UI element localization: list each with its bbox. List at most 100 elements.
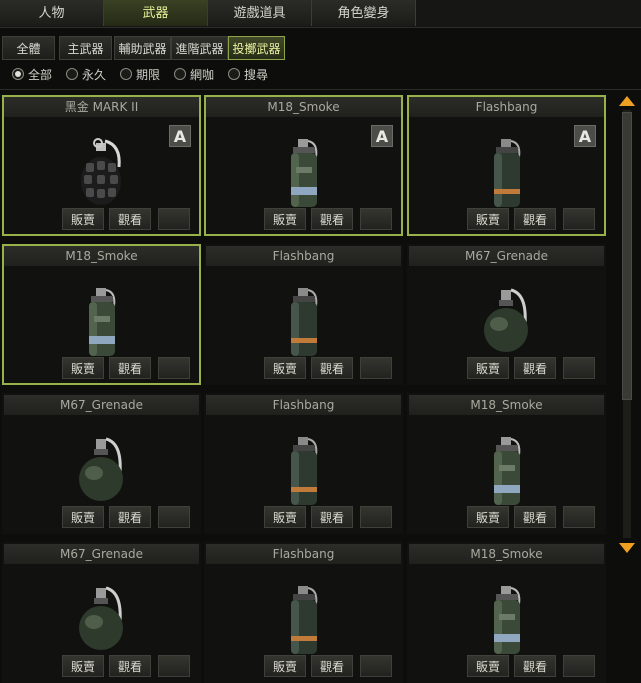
subtab-all[interactable]: 全體 — [2, 36, 55, 60]
sell-button[interactable]: 販賣 — [264, 208, 306, 230]
item-name: M67_Grenade — [409, 246, 604, 266]
scroll-thumb[interactable] — [622, 112, 632, 400]
item-action-row: 販賣 觀看 — [264, 506, 392, 528]
filter-permanent-radio[interactable]: 永久 — [66, 67, 106, 83]
view-button[interactable]: 觀看 — [514, 357, 556, 379]
flashbang-icon — [489, 137, 525, 215]
filter-radio-group: 全部 永久 期限 網咖 搜尋 — [0, 63, 641, 85]
sell-button[interactable]: 販賣 — [467, 655, 509, 677]
filter-label: 全部 — [28, 68, 53, 82]
item-name: Flashbang — [206, 395, 401, 415]
item-action-row: 販賣 觀看 — [467, 506, 595, 528]
view-button[interactable]: 觀看 — [109, 357, 151, 379]
filter-netcafe-radio[interactable]: 網咖 — [174, 67, 214, 83]
frag-grenade-icon — [72, 137, 132, 213]
empty-action-slot — [360, 357, 392, 379]
item-name: Flashbang — [206, 544, 401, 564]
subtab-throwing[interactable]: 投擲武器 — [228, 36, 285, 60]
flashbang-icon — [286, 286, 322, 364]
sell-button[interactable]: 販賣 — [467, 506, 509, 528]
sell-button[interactable]: 販賣 — [264, 655, 306, 677]
empty-action-slot — [158, 655, 190, 677]
grade-badge: A — [169, 125, 191, 147]
subtab-advanced[interactable]: 進階武器 — [171, 36, 228, 60]
view-button[interactable]: 觀看 — [514, 208, 556, 230]
empty-action-slot — [563, 357, 595, 379]
empty-action-slot — [563, 506, 595, 528]
item-card[interactable]: 黑金 MARK II A 販賣 觀看 — [2, 95, 201, 236]
subtab-primary[interactable]: 主武器 — [59, 36, 112, 60]
view-button[interactable]: 觀看 — [514, 506, 556, 528]
empty-action-slot — [158, 357, 190, 379]
item-card[interactable]: M18_Smoke A 販賣 觀看 — [204, 95, 403, 236]
m67-grenade-icon — [72, 435, 132, 509]
sell-button[interactable]: 販賣 — [62, 208, 104, 230]
m67-grenade-icon — [477, 286, 537, 360]
flashbang-icon — [286, 584, 322, 662]
smoke-grenade-icon — [489, 584, 525, 662]
sell-button[interactable]: 販賣 — [62, 655, 104, 677]
item-name: Flashbang — [409, 97, 604, 117]
radio-dot-icon — [174, 68, 186, 80]
scroll-down-arrow-icon[interactable] — [619, 543, 635, 553]
item-card[interactable]: M18_Smoke 販賣 觀看 — [407, 542, 606, 683]
tab-game-items[interactable]: 遊戲道具 — [208, 0, 312, 26]
tab-transform[interactable]: 角色變身 — [312, 0, 416, 26]
empty-action-slot — [158, 506, 190, 528]
item-name: M18_Smoke — [4, 246, 199, 266]
sell-button[interactable]: 販賣 — [264, 357, 306, 379]
item-card[interactable]: M67_Grenade 販賣 觀看 — [2, 393, 201, 534]
item-card[interactable]: M18_Smoke 販賣 觀看 — [2, 244, 201, 385]
item-card[interactable]: M67_Grenade 販賣 觀看 — [407, 244, 606, 385]
view-button[interactable]: 觀看 — [311, 357, 353, 379]
item-card[interactable]: Flashbang A 販賣 觀看 — [407, 95, 606, 236]
view-button[interactable]: 觀看 — [514, 655, 556, 677]
radio-dot-icon — [120, 68, 132, 80]
filter-search-radio[interactable]: 搜尋 — [228, 67, 268, 83]
item-name: M67_Grenade — [4, 544, 199, 564]
tab-character[interactable]: 人物 — [0, 0, 104, 26]
subtab-secondary[interactable]: 輔助武器 — [114, 36, 171, 60]
sell-button[interactable]: 販賣 — [467, 208, 509, 230]
inventory-scrollbar[interactable] — [618, 96, 636, 556]
item-card[interactable]: Flashbang 販賣 觀看 — [204, 244, 403, 385]
sell-button[interactable]: 販賣 — [62, 506, 104, 528]
item-card[interactable]: Flashbang 販賣 觀看 — [204, 393, 403, 534]
category-tab-bar: 人物 武器 遊戲道具 角色變身 — [0, 0, 641, 28]
item-action-row: 販賣 觀看 — [264, 655, 392, 677]
filter-label: 搜尋 — [244, 68, 269, 82]
item-action-row: 販賣 觀看 — [467, 357, 595, 379]
empty-action-slot — [360, 506, 392, 528]
item-action-row: 販賣 觀看 — [467, 208, 595, 230]
view-button[interactable]: 觀看 — [109, 655, 151, 677]
item-action-row: 販賣 觀看 — [467, 655, 595, 677]
view-button[interactable]: 觀看 — [109, 506, 151, 528]
radio-dot-icon — [66, 68, 78, 80]
sell-button[interactable]: 販賣 — [62, 357, 104, 379]
item-card[interactable]: M67_Grenade 販賣 觀看 — [2, 542, 201, 683]
smoke-grenade-icon — [286, 137, 322, 215]
grade-badge: A — [371, 125, 393, 147]
sell-button[interactable]: 販賣 — [467, 357, 509, 379]
item-name: M18_Smoke — [409, 544, 604, 564]
view-button[interactable]: 觀看 — [311, 208, 353, 230]
scroll-up-arrow-icon[interactable] — [619, 96, 635, 106]
tab-weapons[interactable]: 武器 — [104, 0, 208, 26]
view-button[interactable]: 觀看 — [311, 506, 353, 528]
item-action-row: 販賣 觀看 — [62, 357, 190, 379]
filter-label: 期限 — [136, 68, 161, 82]
filter-all-radio[interactable]: 全部 — [12, 67, 52, 83]
empty-action-slot — [360, 655, 392, 677]
item-name: M18_Smoke — [206, 97, 401, 117]
item-card[interactable]: Flashbang 販賣 觀看 — [204, 542, 403, 683]
filter-period-radio[interactable]: 期限 — [120, 67, 160, 83]
item-card[interactable]: M18_Smoke 販賣 觀看 — [407, 393, 606, 534]
item-action-row: 販賣 觀看 — [264, 357, 392, 379]
item-name: 黑金 MARK II — [4, 97, 199, 117]
empty-action-slot — [563, 208, 595, 230]
view-button[interactable]: 觀看 — [311, 655, 353, 677]
sell-button[interactable]: 販賣 — [264, 506, 306, 528]
item-action-row: 販賣 觀看 — [62, 208, 190, 230]
empty-action-slot — [360, 208, 392, 230]
view-button[interactable]: 觀看 — [109, 208, 151, 230]
